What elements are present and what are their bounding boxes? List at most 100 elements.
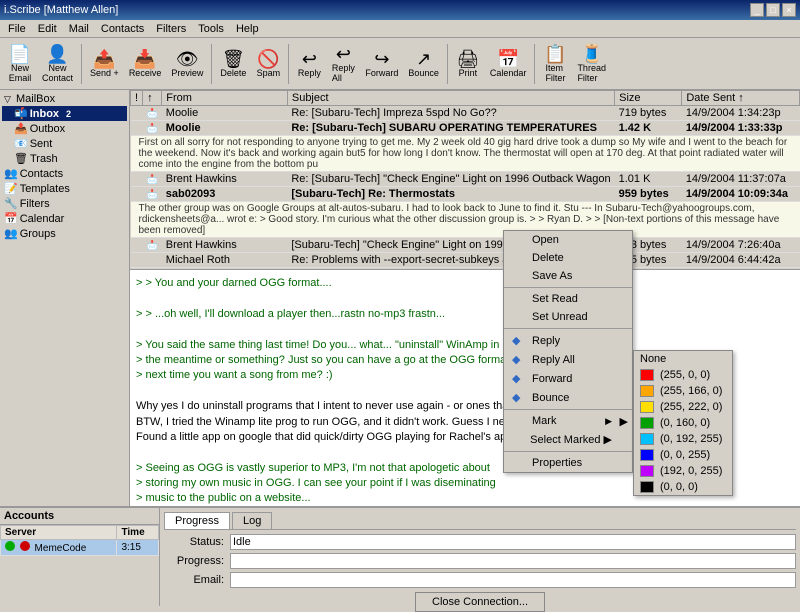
color-red[interactable]: (255, 0, 0) [634, 367, 732, 383]
table-row[interactable]: 📩 Moolie Re: [Subaru-Tech] Impreza 5spd … [131, 106, 800, 121]
color-green[interactable]: (0, 160, 0) [634, 415, 732, 431]
ctx-set-unread[interactable]: Set Unread [504, 308, 632, 326]
blue-swatch [640, 449, 654, 461]
calendar-button[interactable]: 📅 Calendar [486, 41, 531, 87]
color-cyan[interactable]: (0, 192, 255) [634, 431, 732, 447]
preview-label: Preview [171, 68, 203, 78]
menu-mail[interactable]: Mail [63, 22, 95, 36]
table-row[interactable]: 📩 Brent Hawkins [Subaru-Tech] "Check Eng… [131, 238, 800, 253]
color-purple[interactable]: (192, 0, 255) [634, 463, 732, 479]
sidebar-item-templates[interactable]: 📝 Templates [2, 181, 127, 196]
print-button[interactable]: 🖨 Print [452, 41, 484, 87]
delete-button[interactable]: 🗑 Delete [216, 41, 250, 87]
color-none[interactable]: None [634, 351, 732, 367]
ctx-forward[interactable]: ◆ Forward [504, 369, 632, 388]
ctx-bounce[interactable]: ◆ Bounce [504, 388, 632, 407]
ctx-bounce-label: Bounce [532, 392, 569, 404]
sidebar-item-mailbox[interactable]: ▽ MailBox [2, 92, 127, 106]
new-email-button[interactable]: 📄 NewEmail [4, 41, 36, 87]
table-row[interactable]: 📩 Moolie Re: [Subaru-Tech] SUBARU OPERAT… [131, 121, 800, 136]
sidebar-item-contacts[interactable]: 👥 Contacts [2, 166, 127, 181]
sidebar-item-inbox[interactable]: 📬 Inbox 2 [2, 106, 127, 121]
status-label: Status: [164, 536, 224, 548]
sidebar-item-sent[interactable]: 📧 Sent [2, 136, 127, 151]
new-contact-button[interactable]: 👤 NewContact [38, 41, 77, 87]
toolbar-separator-2 [211, 44, 212, 84]
close-button[interactable]: × [782, 3, 796, 17]
color-yellow[interactable]: (255, 222, 0) [634, 399, 732, 415]
accounts-title: Accounts [0, 508, 159, 525]
ctx-properties[interactable]: Properties [504, 454, 632, 472]
forward-button[interactable]: ↪ Forward [361, 41, 402, 87]
print-icon: 🖨 [456, 50, 479, 68]
sidebar-item-outbox[interactable]: 📤 Outbox [2, 121, 127, 136]
reply-label: Reply [298, 68, 321, 78]
menu-file[interactable]: File [2, 22, 32, 36]
thread-filter-icon: 🧵 [580, 45, 602, 63]
col-flag[interactable]: ! [131, 91, 143, 106]
col-from[interactable]: From [162, 91, 288, 106]
title-bar-buttons: _ □ × [750, 3, 796, 17]
menu-contacts[interactable]: Contacts [95, 22, 150, 36]
row-date: 14/9/2004 1:33:33p [682, 121, 800, 136]
menu-help[interactable]: Help [230, 22, 265, 36]
close-connection-button[interactable]: Close Connection... [415, 592, 545, 612]
table-row[interactable]: Michael Roth Re: Problems with --export-… [131, 253, 800, 268]
spam-button[interactable]: 🚫 Spam [252, 41, 284, 87]
groups-icon: 👥 [4, 227, 18, 240]
ctx-select-marked[interactable]: Select Marked ▶ [504, 430, 632, 449]
ctx-reply-all[interactable]: ◆ Reply All [504, 350, 632, 369]
ctx-delete[interactable]: Delete [504, 249, 632, 267]
reply-all-button[interactable]: ↩ ReplyAll [327, 41, 359, 87]
menu-tools[interactable]: Tools [192, 22, 230, 36]
sidebar-templates-label: Templates [20, 183, 70, 195]
spam-label: Spam [257, 68, 281, 78]
ctx-set-read-label: Set Read [532, 293, 578, 305]
color-cyan-label: (0, 192, 255) [660, 433, 722, 445]
menu-edit[interactable]: Edit [32, 22, 63, 36]
sidebar-item-trash[interactable]: 🗑 Trash [2, 151, 127, 166]
row-flag [131, 106, 143, 121]
new-contact-label: NewContact [42, 63, 73, 83]
color-purple-label: (192, 0, 255) [660, 465, 722, 477]
ctx-mark-label: Mark [532, 415, 556, 427]
sidebar-item-groups[interactable]: 👥 Groups [2, 226, 127, 241]
sidebar-item-filters[interactable]: 🔧 Filters [2, 196, 127, 211]
color-blue[interactable]: (0, 0, 255) [634, 447, 732, 463]
receive-button[interactable]: 📥 Receive [125, 41, 166, 87]
progress-tab[interactable]: Progress [164, 512, 230, 529]
progress-panel: Progress Log Status: Idle Progress: Emai… [160, 508, 800, 606]
col-status[interactable]: ↑ [143, 91, 162, 106]
color-black[interactable]: (0, 0, 0) [634, 479, 732, 495]
table-row[interactable]: 📩 Brent Hawkins Re: [Subaru-Tech] "Check… [131, 172, 800, 187]
bottom-panel: Accounts Server Time MemeCode 3:15 [0, 506, 800, 606]
table-row[interactable]: 📩 sab02093 [Subaru-Tech] Re: Thermostats… [131, 187, 800, 202]
accounts-row[interactable]: MemeCode 3:15 [1, 540, 159, 556]
col-date[interactable]: Date Sent ↑ [682, 91, 800, 106]
send-button[interactable]: 📤 Send + [86, 41, 123, 87]
ctx-reply[interactable]: ◆ Reply [504, 331, 632, 350]
row-flag [131, 172, 143, 187]
thread-filter-button[interactable]: 🧵 ThreadFilter [573, 41, 610, 87]
bounce-button[interactable]: ↗ Bounce [404, 41, 443, 87]
ctx-open[interactable]: Open [504, 231, 632, 249]
maximize-button[interactable]: □ [766, 3, 780, 17]
preview-button[interactable]: 👁 Preview [167, 41, 207, 87]
reply-button[interactable]: ↩ Reply [293, 41, 325, 87]
ctx-set-read[interactable]: Set Read [504, 290, 632, 308]
row-status [143, 253, 162, 268]
row-subject: Re: [Subaru-Tech] Impreza 5spd No Go?? [287, 106, 614, 121]
ctx-mark[interactable]: Mark ▶ [504, 412, 632, 430]
title-bar: i.Scribe [Matthew Allen] _ □ × [0, 0, 800, 20]
menu-filters[interactable]: Filters [150, 22, 192, 36]
item-filter-button[interactable]: 📋 ItemFilter [539, 41, 571, 87]
col-size[interactable]: Size [615, 91, 682, 106]
log-tab[interactable]: Log [232, 512, 272, 529]
sidebar-item-calendar[interactable]: 📅 Calendar [2, 211, 127, 226]
color-orange[interactable]: (255, 166, 0) [634, 383, 732, 399]
ctx-save-as[interactable]: Save As [504, 267, 632, 285]
new-email-label: NewEmail [9, 63, 32, 83]
minimize-button[interactable]: _ [750, 3, 764, 17]
accounts-col-server: Server [1, 526, 117, 540]
col-subject[interactable]: Subject [287, 91, 614, 106]
